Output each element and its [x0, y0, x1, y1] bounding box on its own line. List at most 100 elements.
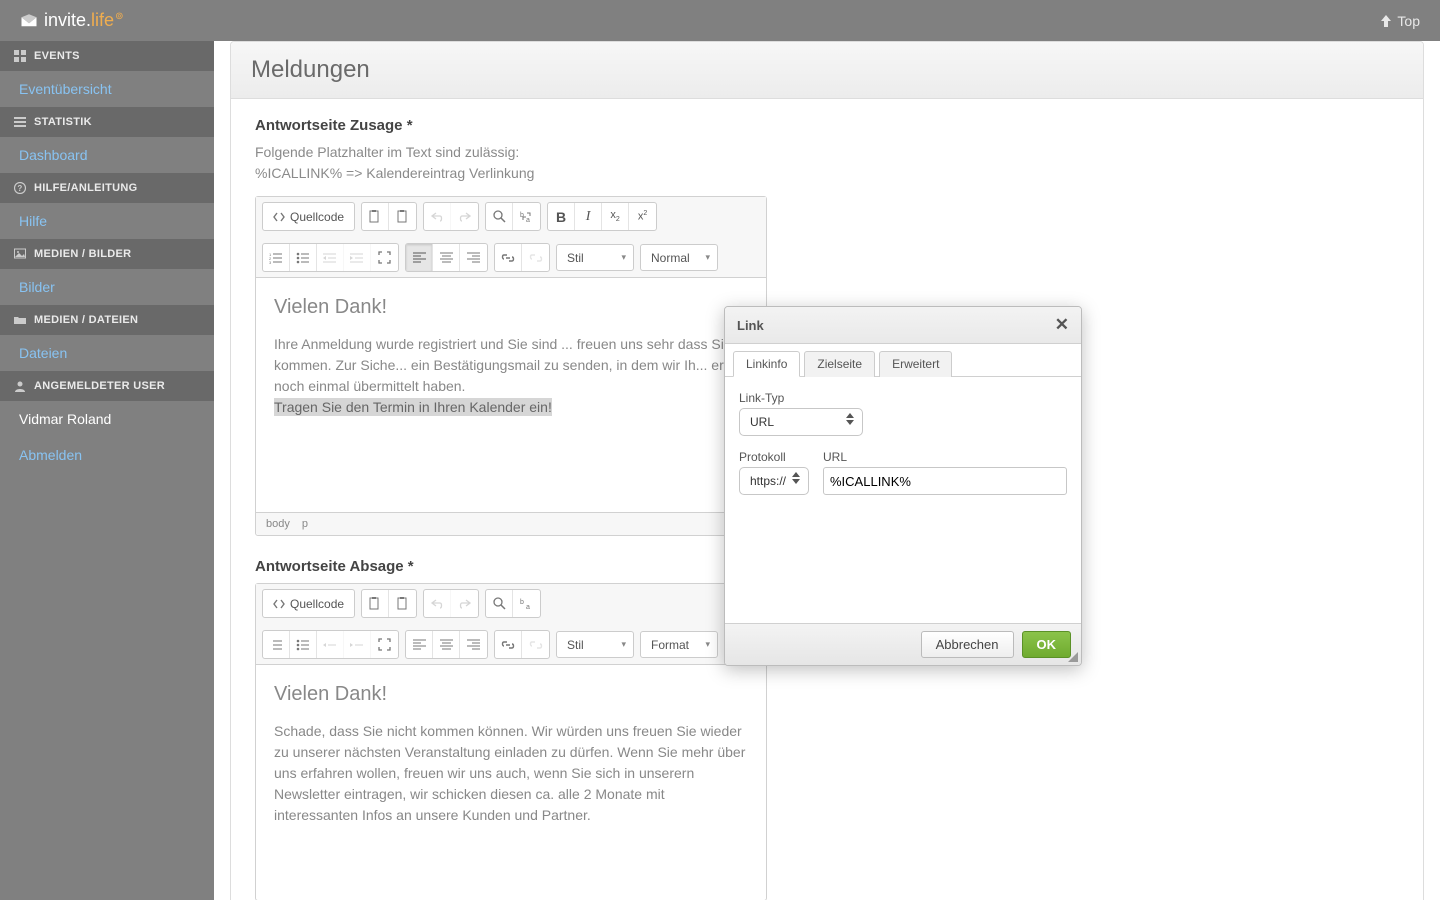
italic-button[interactable]: I [575, 203, 602, 230]
sidebar-user-name: Vidmar Roland [0, 401, 214, 437]
search-button[interactable] [486, 203, 513, 230]
align-right-button[interactable] [460, 244, 487, 271]
format-select[interactable]: Format [640, 631, 718, 658]
style-select[interactable]: Stil [556, 631, 634, 658]
align-center-button[interactable] [433, 631, 460, 658]
replace-button[interactable]: ba [513, 203, 540, 230]
style-select-label: Stil [567, 251, 584, 265]
hint-line: Folgende Platzhalter im Text sind zuläss… [255, 142, 1399, 163]
list-icon [14, 116, 26, 128]
indent-button[interactable] [344, 631, 371, 658]
subscript-button[interactable]: x2 [602, 203, 629, 230]
linktype-value: URL [750, 415, 774, 429]
top-link[interactable]: Top [1381, 13, 1420, 29]
editor-toolbar: Quellcode ba [256, 584, 766, 665]
dialog-tabs: Linkinfo Zielseite Erweitert [725, 344, 1081, 377]
sidebar-heading-label: MEDIEN / BILDER [34, 248, 131, 260]
undo-button[interactable] [424, 590, 451, 617]
outdent-button[interactable] [317, 244, 344, 271]
cancel-button[interactable]: Abbrechen [921, 631, 1014, 658]
editor-content[interactable]: Vielen Dank! Schade, dass Sie nicht komm… [256, 665, 766, 900]
url-input[interactable] [823, 467, 1067, 495]
tab-erweitert[interactable]: Erweitert [879, 351, 952, 377]
bullet-list-button[interactable] [290, 244, 317, 271]
protocol-select[interactable]: https:// [739, 467, 809, 495]
editor-paragraph: Schade, dass Sie nicht kommen können. Wi… [274, 721, 748, 826]
paste-text-button[interactable] [362, 590, 389, 617]
svg-text:?: ? [17, 184, 22, 193]
svg-text:b: b [520, 599, 524, 606]
bullet-list-button[interactable] [290, 631, 317, 658]
link-button[interactable] [495, 631, 522, 658]
linktype-label: Link-Typ [739, 391, 863, 405]
editor-path-bar: body p [256, 512, 766, 535]
sidebar-item-dateien[interactable]: Dateien [0, 335, 214, 371]
align-right-button[interactable] [460, 631, 487, 658]
top-link-label: Top [1397, 13, 1420, 29]
editor-heading: Vielen Dank! [274, 679, 748, 709]
image-icon [14, 248, 26, 260]
maximize-button[interactable] [371, 631, 398, 658]
sidebar-item-hilfe[interactable]: Hilfe [0, 203, 214, 239]
dialog-titlebar[interactable]: Link ✕ [725, 307, 1081, 344]
sidebar-heading-label: EVENTS [34, 50, 80, 62]
style-select[interactable]: Stil [556, 244, 634, 271]
editor-absage: Quellcode ba [255, 583, 767, 900]
source-button[interactable]: Quellcode [263, 203, 354, 230]
link-button[interactable] [495, 244, 522, 271]
numbered-list-button[interactable]: 123 [263, 244, 290, 271]
align-center-button[interactable] [433, 244, 460, 271]
align-left-button[interactable] [406, 244, 433, 271]
sidebar-item-dashboard[interactable]: Dashboard [0, 137, 214, 173]
tab-zielseite[interactable]: Zielseite [804, 351, 875, 377]
paste-word-button[interactable] [389, 203, 416, 230]
user-icon [14, 380, 26, 392]
resize-grip-icon[interactable] [1067, 651, 1079, 663]
superscript-button[interactable]: x2 [629, 203, 656, 230]
unlink-button[interactable] [522, 631, 549, 658]
code-icon [273, 598, 285, 610]
undo-button[interactable] [424, 203, 451, 230]
folder-icon [14, 314, 26, 326]
brand-logo[interactable]: invite.life⊚ [20, 10, 123, 31]
bold-button[interactable]: B [548, 203, 575, 230]
envelope-icon [20, 14, 38, 28]
sidebar-item-abmelden[interactable]: Abmelden [0, 437, 214, 473]
editor-toolbar: Quellcode ba [256, 197, 766, 278]
align-left-button[interactable] [406, 631, 433, 658]
editor-zusage: Quellcode ba [255, 196, 767, 536]
path-item[interactable]: p [302, 518, 308, 530]
redo-button[interactable] [451, 203, 478, 230]
tab-linkinfo[interactable]: Linkinfo [733, 351, 800, 377]
close-icon[interactable]: ✕ [1055, 315, 1069, 335]
paste-text-button[interactable] [362, 203, 389, 230]
format-select[interactable]: Normal [640, 244, 718, 271]
svg-text:a: a [526, 604, 530, 610]
editor-content[interactable]: Vielen Dank! Ihre Anmeldung wurde regist… [256, 278, 766, 512]
sidebar-heading-label: ANGEMELDETER USER [34, 380, 165, 392]
search-button[interactable] [486, 590, 513, 617]
sidebar-item-bilder[interactable]: Bilder [0, 269, 214, 305]
indent-button[interactable] [344, 244, 371, 271]
replace-button[interactable]: ba [513, 590, 540, 617]
sidebar-heading-label: MEDIEN / DATEIEN [34, 314, 138, 326]
sidebar-heading-statistik: STATISTIK [0, 107, 214, 137]
svg-text:a: a [526, 217, 530, 223]
path-item[interactable]: body [266, 518, 290, 530]
protocol-value: https:// [750, 474, 786, 488]
sidebar-item-eventuebersicht[interactable]: Eventübersicht [0, 71, 214, 107]
unlink-button[interactable] [522, 244, 549, 271]
numbered-list-button[interactable] [263, 631, 290, 658]
ok-button[interactable]: OK [1022, 631, 1072, 658]
linktype-select[interactable]: URL [739, 408, 863, 436]
format-select-label: Normal [651, 251, 690, 265]
source-button[interactable]: Quellcode [263, 590, 354, 617]
brand-mark-icon: ⊚ [115, 11, 123, 22]
dialog-body: Link-Typ URL Protokoll https:// URL [725, 377, 1081, 623]
page-title: Meldungen [251, 56, 1403, 84]
paste-word-button[interactable] [389, 590, 416, 617]
outdent-button[interactable] [317, 631, 344, 658]
redo-button[interactable] [451, 590, 478, 617]
maximize-button[interactable] [371, 244, 398, 271]
main-content: Meldungen Antwortseite Zusage * Folgende… [214, 41, 1440, 900]
